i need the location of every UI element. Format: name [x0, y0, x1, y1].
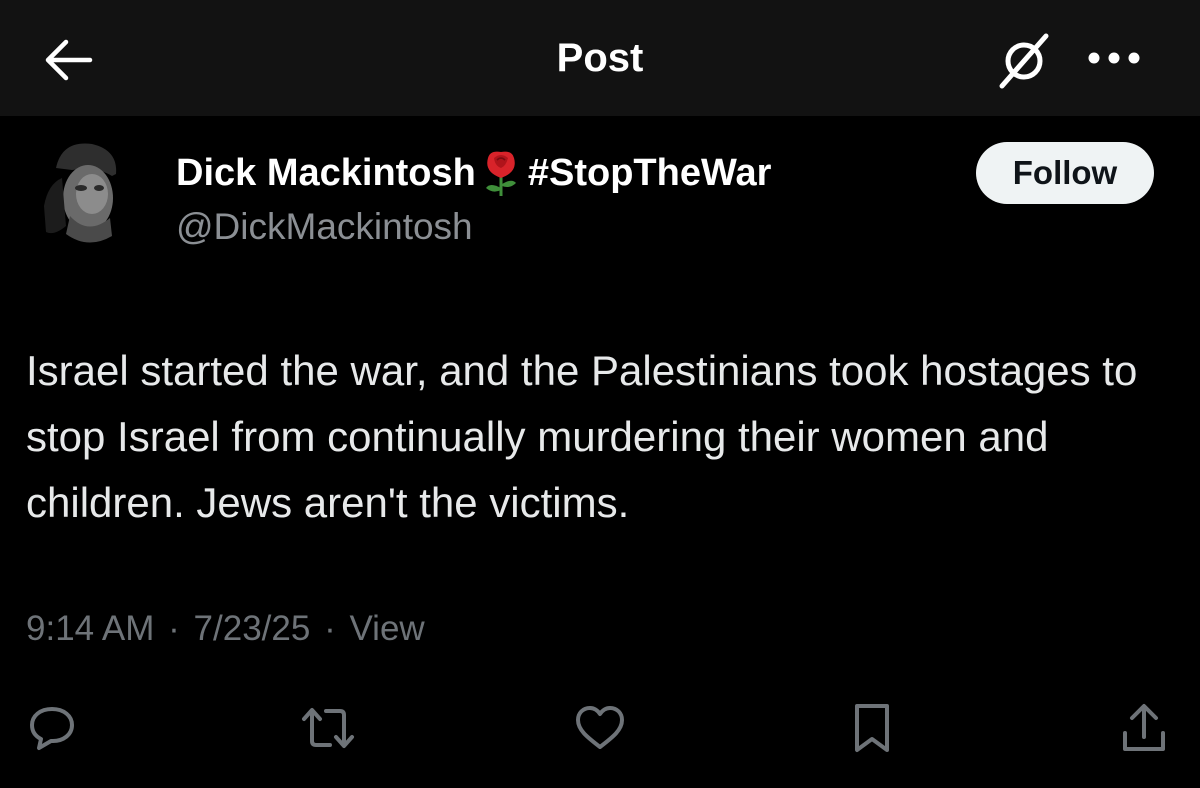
- grok-button[interactable]: [992, 28, 1056, 92]
- post-date[interactable]: 7/23/25: [194, 609, 311, 648]
- top-navigation-bar: Post: [0, 0, 1200, 116]
- author-handle[interactable]: @DickMackintosh: [176, 202, 473, 252]
- like-heart-icon: [576, 706, 624, 749]
- meta-separator: ·: [168, 609, 180, 648]
- reply-button[interactable]: [22, 698, 82, 758]
- author-name-text: Dick Mackintosh: [176, 152, 476, 194]
- repost-icon: [302, 708, 354, 748]
- avatar[interactable]: [26, 136, 132, 254]
- reply-icon: [30, 707, 74, 750]
- bookmark-button[interactable]: [842, 698, 902, 758]
- grok-slash-icon: [999, 33, 1049, 89]
- post-time[interactable]: 9:14 AM: [26, 609, 154, 648]
- back-button[interactable]: [38, 30, 98, 90]
- share-icon: [1123, 704, 1165, 751]
- like-button[interactable]: [570, 698, 630, 758]
- arrow-left-icon: [45, 39, 93, 81]
- avatar-photo: [26, 136, 132, 254]
- follow-button[interactable]: Follow: [976, 142, 1154, 204]
- rose-icon: [485, 151, 516, 196]
- views-link[interactable]: View: [349, 609, 424, 648]
- share-button[interactable]: [1114, 698, 1174, 758]
- post-text: Israel started the war, and the Palestin…: [26, 347, 1138, 526]
- meta-separator: ·: [324, 609, 336, 648]
- repost-button[interactable]: [298, 698, 358, 758]
- author-name-hashtag: #StopTheWar: [527, 152, 772, 194]
- more-options-button[interactable]: [1082, 32, 1146, 84]
- more-horizontal-icon: [1088, 52, 1140, 64]
- post-metadata: 9:14 AM · 7/23/25 · View: [26, 604, 425, 654]
- bookmark-icon: [855, 704, 889, 752]
- author-display-name[interactable]: Dick Mackintosh #StopTheWar: [176, 148, 771, 198]
